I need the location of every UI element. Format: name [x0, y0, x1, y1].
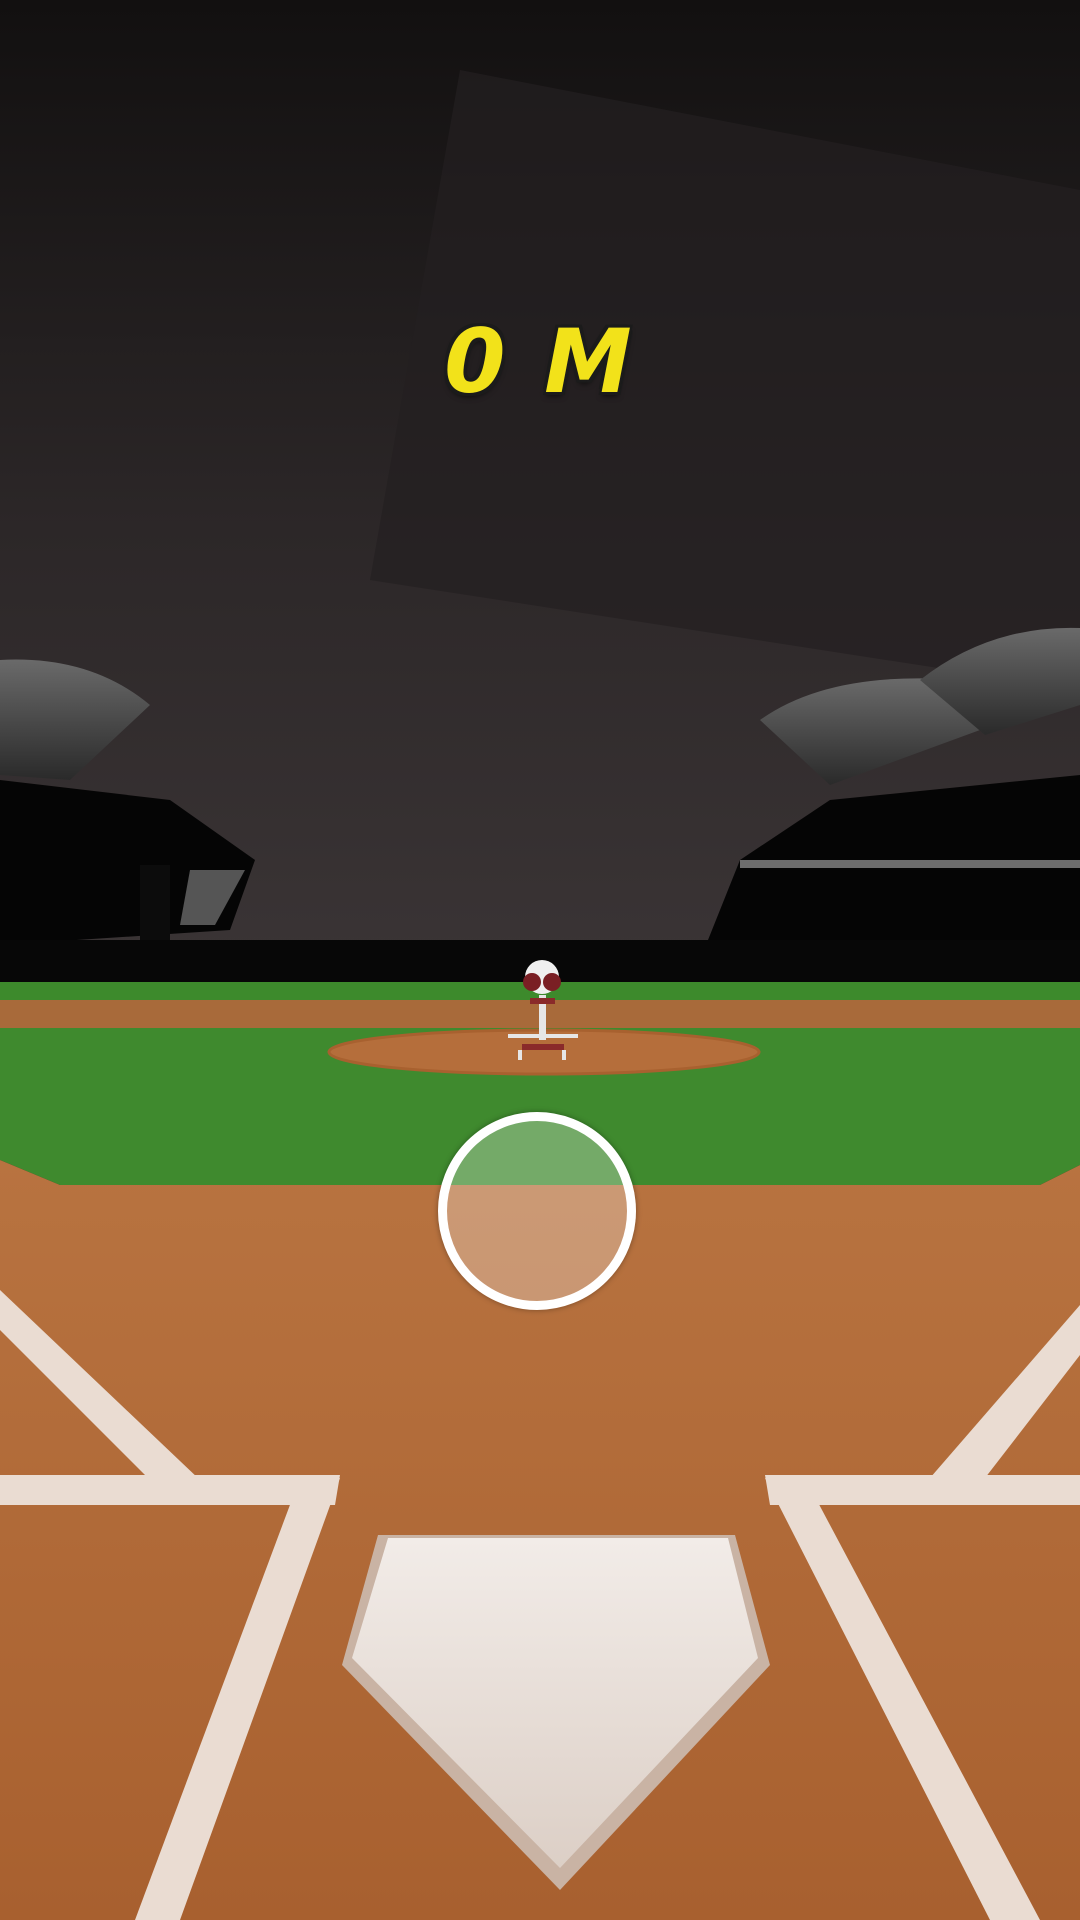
target-circle-icon[interactable]: [438, 1112, 636, 1310]
stadium-background: [0, 0, 1080, 1920]
distance-readout: 0 M: [444, 310, 636, 413]
game-scene[interactable]: 0 M: [0, 0, 1080, 1920]
